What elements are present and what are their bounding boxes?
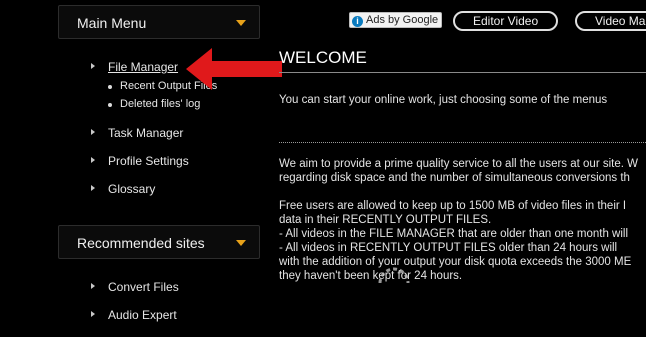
sidebar-item-task-manager[interactable]: Task Manager xyxy=(91,126,184,140)
bullet-arrow-icon xyxy=(91,129,95,135)
sidebar-subitem-deleted-files-log[interactable]: Deleted files' log xyxy=(108,98,201,110)
info-icon: i xyxy=(352,16,363,27)
bullet-arrow-icon xyxy=(91,63,95,69)
editor-video-button[interactable]: Editor Video xyxy=(453,11,559,31)
sidebar-item-label: Profile Settings xyxy=(108,154,189,168)
main-menu-title: Main Menu xyxy=(77,15,147,31)
ads-label: Ads by Google xyxy=(366,14,439,26)
sidebar-item-label: Convert Files xyxy=(108,280,179,294)
page-title: WELCOME xyxy=(279,48,367,67)
body-line: - All videos in the FILE MANAGER that ar… xyxy=(279,228,628,240)
intro-text: You can start your online work, just cho… xyxy=(279,94,608,106)
chevron-down-icon[interactable] xyxy=(236,240,246,246)
sidebar-item-glossary[interactable]: Glossary xyxy=(91,182,156,196)
sidebar-subitem-label: Deleted files' log xyxy=(120,98,201,110)
bullet-arrow-icon xyxy=(91,283,95,289)
ads-by-google-badge[interactable]: i Ads by Google xyxy=(349,12,443,28)
bullet-arrow-icon xyxy=(91,157,95,163)
red-pointer-arrow-icon xyxy=(186,48,282,90)
bullet-arrow-icon xyxy=(91,311,95,317)
sidebar-item-profile-settings[interactable]: Profile Settings xyxy=(91,154,189,168)
main-menu-header[interactable]: Main Menu xyxy=(58,5,260,39)
sidebar-item-audio-expert[interactable]: Audio Expert xyxy=(91,308,177,322)
chevron-down-icon[interactable] xyxy=(236,20,246,26)
bullet-arrow-icon xyxy=(91,185,95,191)
body-line: they haven't been kept for 24 hours. xyxy=(279,270,463,282)
body-line: We aim to provide a prime quality servic… xyxy=(279,158,638,170)
sidebar-item-file-manager[interactable]: File Manager xyxy=(91,60,179,74)
body-line: regarding disk space and the number of s… xyxy=(279,172,630,184)
bullet-dot-icon xyxy=(108,85,112,89)
video-manager-button[interactable]: Video Ma xyxy=(575,11,646,31)
recommended-sites-header[interactable]: Recommended sites xyxy=(58,225,260,259)
body-line: with the addition of your output your di… xyxy=(279,256,632,268)
title-divider xyxy=(279,72,646,73)
sidebar-item-label: Audio Expert xyxy=(108,308,177,322)
bullet-dot-icon xyxy=(108,103,112,107)
body-line: - All videos in RECENTLY OUTPUT FILES ol… xyxy=(279,242,618,254)
dotted-divider xyxy=(279,142,646,143)
loading-spinner-icon xyxy=(378,267,410,284)
body-line: Free users are allowed to keep up to 150… xyxy=(279,200,627,212)
body-line: data in their RECENTLY OUTPUT FILES. xyxy=(279,214,492,226)
sidebar-item-label: File Manager xyxy=(108,60,179,74)
sidebar-item-label: Task Manager xyxy=(108,126,184,140)
sidebar-item-convert-files[interactable]: Convert Files xyxy=(91,280,179,294)
sidebar-item-label: Glossary xyxy=(108,182,156,196)
recommended-sites-title: Recommended sites xyxy=(77,235,205,251)
